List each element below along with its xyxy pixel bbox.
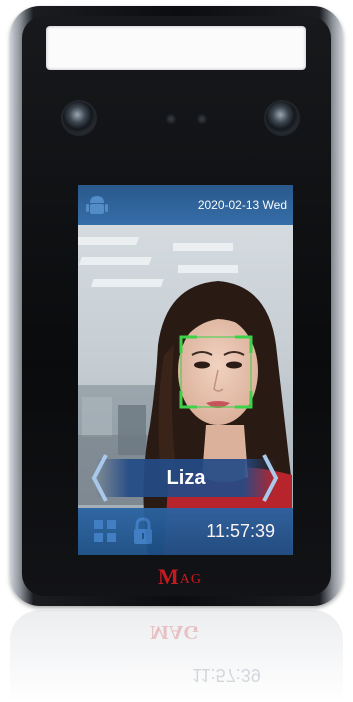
ir-light-window: [46, 26, 306, 70]
chevron-left-icon: [91, 454, 108, 502]
face-detection-box: [179, 335, 253, 409]
date-display: 2020-02-13 Wed: [197, 198, 287, 212]
camera-lens-left: [63, 102, 95, 134]
display-screen: 2020-02-13 Wed Liza 11:57:39: [78, 185, 293, 555]
logo-letters-ag: AG: [179, 572, 202, 587]
status-bar-bottom: 11:57:39: [78, 508, 293, 555]
time-display: 11:57:39: [206, 521, 275, 541]
brand-logo: M AG: [158, 566, 202, 588]
sensor-dot: [197, 114, 207, 124]
chevron-right-icon: [262, 454, 279, 502]
time-reflection: 11:57:39: [192, 665, 261, 685]
logo-reflection: MAG: [150, 621, 199, 643]
logo-letter-m: M: [158, 564, 179, 589]
status-bar-top: 2020-02-13 Wed: [78, 185, 293, 225]
android-icon: [86, 196, 108, 214]
sensor-dot: [166, 114, 176, 124]
lock-icon: [134, 517, 152, 544]
recognition-name-banner: Liza: [96, 459, 276, 497]
recognized-name: Liza: [166, 467, 206, 489]
camera-lens-right: [266, 102, 298, 134]
grid-icon: [94, 520, 116, 542]
